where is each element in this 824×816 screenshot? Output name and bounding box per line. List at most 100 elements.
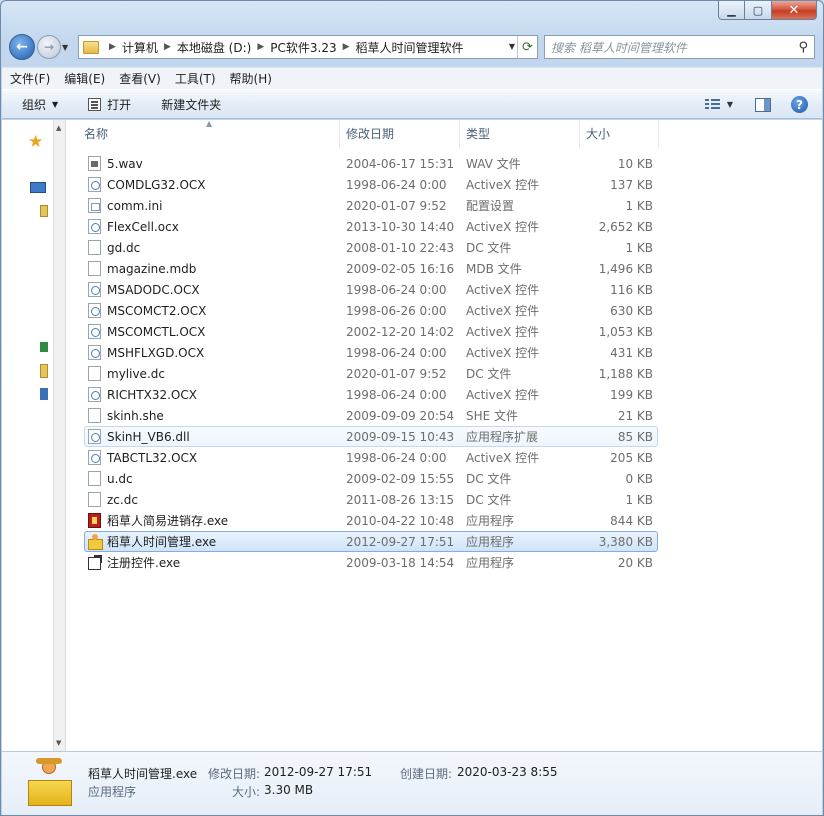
- computer-icon[interactable]: [30, 182, 46, 193]
- column-header-name[interactable]: ▲ 名称: [68, 119, 340, 148]
- new-folder-label: 新建文件夹: [161, 97, 222, 112]
- breadcrumb-pc-software[interactable]: PC软件3.23: [270, 39, 336, 56]
- file-row[interactable]: FlexCell.ocx 2013-10-30 14:40 ActiveX 控件…: [68, 216, 822, 237]
- file-row[interactable]: zc.dc 2011-08-26 13:15 DC 文件 1 KB: [68, 489, 822, 510]
- scroll-up-icon[interactable]: ▲: [56, 124, 61, 132]
- file-size: 85 KB: [617, 429, 653, 444]
- folder-icon[interactable]: [40, 364, 48, 378]
- favorites-star-icon[interactable]: ★: [28, 132, 43, 152]
- file-row[interactable]: COMDLG32.OCX 1998-06-24 0:00 ActiveX 控件 …: [68, 174, 822, 195]
- file-name: zc.dc: [107, 492, 138, 507]
- file-row[interactable]: 注册控件.exe 2009-03-18 14:54 应用程序 20 KB: [68, 552, 822, 573]
- file-icon: [88, 282, 101, 297]
- file-row[interactable]: 5.wav 2004-06-17 15:31 WAV 文件 10 KB: [68, 153, 822, 174]
- view-options-icon[interactable]: [704, 98, 721, 112]
- open-button[interactable]: 打开: [88, 96, 131, 113]
- recent-pages-dropdown[interactable]: ▼: [62, 43, 74, 52]
- arrow-left-icon: ←: [16, 39, 28, 55]
- menu-edit[interactable]: 编辑(E): [64, 70, 105, 87]
- library-icon[interactable]: [40, 205, 48, 217]
- breadcrumb-computer[interactable]: 计算机: [122, 39, 158, 56]
- file-row[interactable]: 稻草人简易进销存.exe 2010-04-22 10:48 应用程序 844 K…: [68, 510, 822, 531]
- file-name-cell: magazine.mdb: [68, 261, 340, 276]
- file-name-cell: SkinH_VB6.dll: [68, 429, 340, 444]
- chevron-right-icon[interactable]: ▶: [109, 42, 116, 52]
- file-size: 844 KB: [610, 513, 653, 528]
- file-name: RICHTX32.OCX: [107, 387, 197, 402]
- file-icon: [88, 156, 101, 171]
- preview-pane-icon[interactable]: [755, 97, 771, 112]
- file-type: 配置设置: [466, 199, 515, 213]
- help-icon[interactable]: ?: [791, 96, 808, 113]
- file-row[interactable]: SkinH_VB6.dll 2009-09-15 10:43 应用程序扩展 85…: [68, 426, 822, 447]
- file-name: 稻草人时间管理.exe: [107, 535, 217, 549]
- details-created-label: 创建日期:: [400, 767, 453, 781]
- new-folder-button[interactable]: 新建文件夹: [161, 96, 221, 113]
- address-dropdown-icon[interactable]: ▼: [509, 42, 515, 51]
- file-type: ActiveX 控件: [466, 220, 540, 234]
- file-type: ActiveX 控件: [466, 283, 540, 297]
- menu-view[interactable]: 查看(V): [119, 70, 161, 87]
- address-bar[interactable]: ▶ 计算机 ▶ 本地磁盘 (D:) ▶ PC软件3.23 ▶ 稻草人时间管理软件…: [78, 35, 538, 59]
- file-name-cell: zc.dc: [68, 492, 340, 507]
- file-name-cell: gd.dc: [68, 240, 340, 255]
- file-row[interactable]: skinh.she 2009-09-09 20:54 SHE 文件 21 KB: [68, 405, 822, 426]
- file-row[interactable]: MSCOMCTL.OCX 2002-12-20 14:02 ActiveX 控件…: [68, 321, 822, 342]
- file-row[interactable]: comm.ini 2020-01-07 9:52 配置设置 1 KB: [68, 195, 822, 216]
- file-name-cell: 5.wav: [68, 156, 340, 171]
- file-row[interactable]: MSCOMCT2.OCX 1998-06-26 0:00 ActiveX 控件 …: [68, 300, 822, 321]
- details-created-value: 2020-03-23 8:55: [457, 765, 558, 779]
- file-name-cell: comm.ini: [68, 198, 340, 213]
- breadcrumb-drive-d[interactable]: 本地磁盘 (D:): [177, 39, 251, 56]
- file-name: FlexCell.ocx: [107, 219, 179, 234]
- organize-button[interactable]: 组织 ▼: [22, 96, 58, 113]
- view-dropdown-icon[interactable]: ▼: [727, 100, 733, 109]
- file-row[interactable]: u.dc 2009-02-09 15:55 DC 文件 0 KB: [68, 468, 822, 489]
- chevron-right-icon[interactable]: ▶: [257, 42, 264, 52]
- file-type: 应用程序: [466, 514, 515, 528]
- file-size: 1,053 KB: [598, 324, 653, 339]
- menu-tools[interactable]: 工具(T): [175, 70, 216, 87]
- file-row[interactable]: mylive.dc 2020-01-07 9:52 DC 文件 1,188 KB: [68, 363, 822, 384]
- chevron-right-icon[interactable]: ▶: [164, 42, 171, 52]
- file-icon: [88, 450, 101, 465]
- details-pane: 稻草人时间管理.exe 应用程序 修改日期: 2012-09-27 17:51 …: [2, 751, 822, 815]
- forward-button[interactable]: →: [37, 35, 61, 59]
- file-row[interactable]: RICHTX32.OCX 1998-06-24 0:00 ActiveX 控件 …: [68, 384, 822, 405]
- column-header-date[interactable]: 修改日期: [340, 120, 460, 148]
- file-type: DC 文件: [466, 367, 512, 381]
- file-row[interactable]: MSHFLXGD.OCX 1998-06-24 0:00 ActiveX 控件 …: [68, 342, 822, 363]
- breadcrumb-current-folder[interactable]: 稻草人时间管理软件: [356, 39, 464, 56]
- menu-file[interactable]: 文件(F): [10, 70, 50, 87]
- search-icon[interactable]: ⚲: [798, 40, 808, 55]
- file-name-cell: MSCOMCTL.OCX: [68, 324, 340, 339]
- network-icon[interactable]: [40, 342, 48, 352]
- file-row[interactable]: gd.dc 2008-01-10 22:43 DC 文件 1 KB: [68, 237, 822, 258]
- file-icon: [88, 534, 103, 550]
- scroll-down-icon[interactable]: ▼: [56, 739, 61, 747]
- navigation-pane-scrollbar[interactable]: ▲ ▼: [54, 120, 66, 751]
- minimize-button[interactable]: ▁: [718, 1, 745, 20]
- open-icon: [88, 97, 102, 111]
- file-row[interactable]: MSADODC.OCX 1998-06-24 0:00 ActiveX 控件 1…: [68, 279, 822, 300]
- file-icon: [88, 324, 101, 339]
- file-row[interactable]: 稻草人时间管理.exe 2012-09-27 17:51 应用程序 3,380 …: [68, 531, 822, 552]
- column-header-type[interactable]: 类型: [460, 120, 580, 148]
- file-row[interactable]: TABCTL32.OCX 1998-06-24 0:00 ActiveX 控件 …: [68, 447, 822, 468]
- file-icon: [88, 219, 101, 234]
- back-button[interactable]: ←: [9, 34, 35, 60]
- sort-ascending-icon: ▲: [206, 119, 213, 128]
- column-header-size[interactable]: 大小: [580, 120, 659, 148]
- file-name-cell: u.dc: [68, 471, 340, 486]
- details-size-label: 大小:: [232, 785, 261, 799]
- refresh-icon[interactable]: ⟳: [517, 36, 537, 58]
- search-input[interactable]: 搜索 稻草人时间管理软件 ⚲: [544, 35, 815, 59]
- maximize-button[interactable]: ▢: [745, 1, 772, 20]
- close-button[interactable]: ✕: [772, 1, 817, 20]
- drive-icon[interactable]: [40, 388, 48, 400]
- file-name: MSCOMCT2.OCX: [107, 303, 207, 318]
- menu-help[interactable]: 帮助(H): [230, 70, 272, 87]
- file-row[interactable]: magazine.mdb 2009-02-05 16:16 MDB 文件 1,4…: [68, 258, 822, 279]
- file-icon: [88, 366, 101, 381]
- chevron-right-icon[interactable]: ▶: [343, 42, 350, 52]
